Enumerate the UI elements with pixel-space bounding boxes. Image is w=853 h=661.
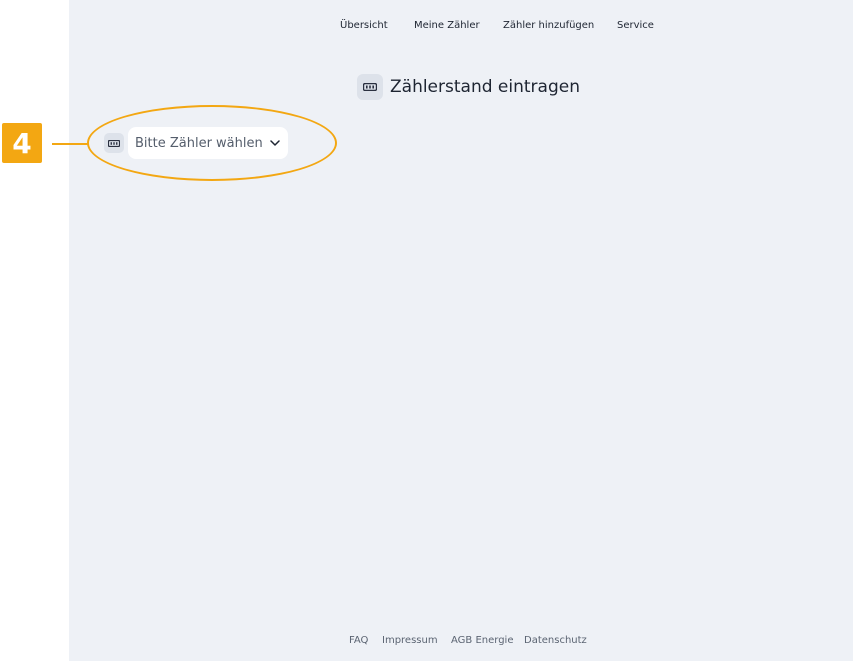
footer: FAQ Impressum AGB Energie Datenschutz: [69, 635, 853, 649]
footer-link-faq[interactable]: FAQ: [349, 635, 368, 646]
nav-item-add-meter[interactable]: Zähler hinzufügen: [503, 20, 594, 31]
top-navigation: Übersicht Meine Zähler Zähler hinzufügen…: [69, 20, 853, 38]
nav-item-my-meters[interactable]: Meine Zähler: [414, 20, 480, 31]
footer-link-agb-energie[interactable]: AGB Energie: [451, 635, 513, 646]
annotation-connector-line: [52, 143, 88, 145]
meter-icon: [357, 74, 383, 100]
page-header: Zählerstand eintragen: [357, 74, 580, 100]
annotation-highlight-ellipse: [87, 105, 337, 181]
footer-link-impressum[interactable]: Impressum: [382, 635, 438, 646]
app-page: Übersicht Meine Zähler Zähler hinzufügen…: [69, 0, 853, 661]
nav-item-overview[interactable]: Übersicht: [340, 20, 388, 31]
footer-link-datenschutz[interactable]: Datenschutz: [524, 635, 587, 646]
step-number-badge: 4: [2, 123, 42, 163]
nav-item-service[interactable]: Service: [617, 20, 654, 31]
page-title: Zählerstand eintragen: [390, 77, 580, 97]
